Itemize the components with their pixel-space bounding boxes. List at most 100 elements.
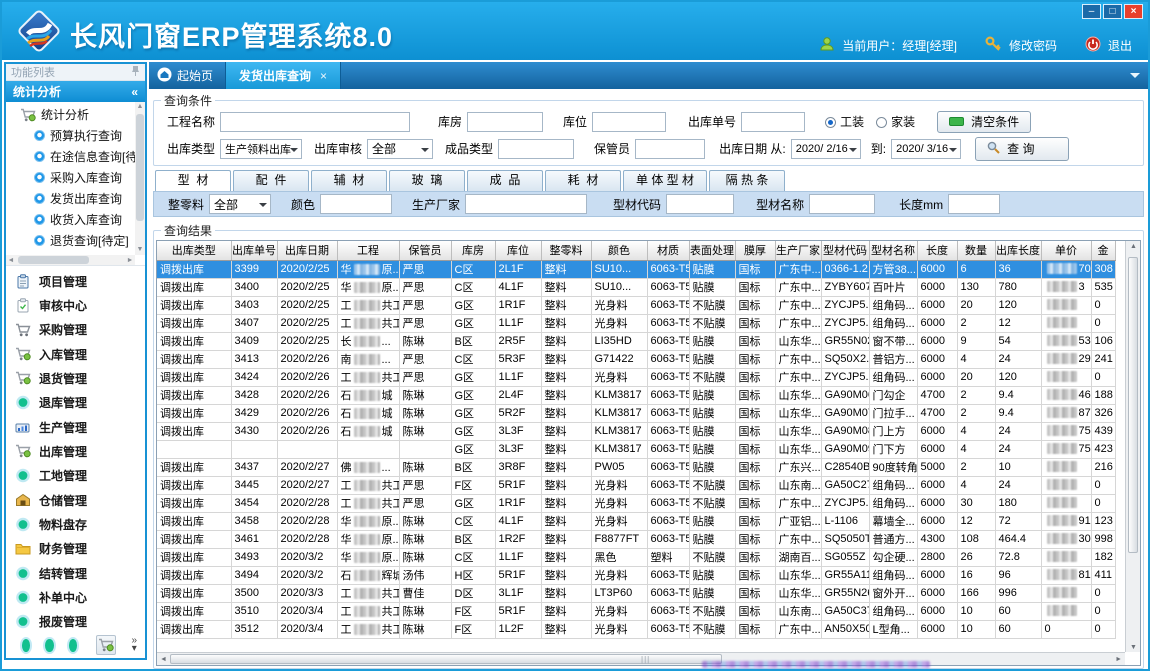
minimize-button[interactable]: – bbox=[1082, 4, 1101, 19]
sidebar-menu-item[interactable]: 物料盘存 bbox=[6, 512, 145, 536]
profile-name-input[interactable] bbox=[809, 194, 875, 214]
audit-select[interactable]: 全部 bbox=[367, 139, 433, 159]
length-input[interactable] bbox=[948, 194, 1000, 214]
keeper-input[interactable] bbox=[635, 139, 705, 159]
sidebar-menu-item[interactable]: 工地管理 bbox=[6, 464, 145, 488]
out-type-select[interactable]: 生产领料出库 bbox=[220, 139, 302, 159]
tree-horizontal-scrollbar[interactable]: ◄► bbox=[6, 255, 135, 265]
column-header[interactable]: 整零料 bbox=[541, 241, 591, 260]
column-header[interactable]: 颜色 bbox=[591, 241, 647, 260]
sidebar-menu-item[interactable]: 入库管理 bbox=[6, 342, 145, 366]
module-cart-button[interactable] bbox=[96, 635, 116, 655]
logout-link[interactable]: 退出 bbox=[1108, 37, 1132, 54]
column-header[interactable]: 型材代码 bbox=[821, 241, 869, 260]
collapse-icon[interactable]: « bbox=[131, 85, 138, 99]
material-tab[interactable]: 配 件 bbox=[233, 170, 309, 191]
column-header[interactable]: 库位 bbox=[495, 241, 541, 260]
tree-item[interactable]: 在途信息查询[待 bbox=[6, 146, 135, 167]
color-input[interactable] bbox=[320, 194, 392, 214]
material-tab[interactable]: 型 材 bbox=[155, 170, 231, 191]
sidebar-menu-item[interactable]: 退货管理 bbox=[6, 366, 145, 390]
material-tab[interactable]: 耗 材 bbox=[545, 170, 621, 191]
module-dot-icon[interactable] bbox=[69, 639, 77, 652]
clear-conditions-button[interactable]: 清空条件 bbox=[937, 111, 1031, 133]
column-header[interactable]: 数量 bbox=[957, 241, 995, 260]
sidebar-menu-item[interactable]: 结转管理 bbox=[6, 561, 145, 585]
column-header[interactable]: 出库长度 bbox=[995, 241, 1041, 260]
column-header[interactable]: 库房 bbox=[451, 241, 495, 260]
sidebar-section-header[interactable]: 统计分析 « bbox=[6, 81, 145, 102]
tree-item[interactable]: 退货查询[待定] bbox=[6, 230, 135, 251]
module-dot-icon[interactable] bbox=[45, 639, 53, 652]
table-row[interactable]: 调拨出库35122020/3/4工共工程陈琳F区1L2F整料光身料6063-T5… bbox=[157, 620, 1115, 638]
column-header[interactable]: 工程 bbox=[337, 241, 399, 260]
table-row[interactable]: 调拨出库34612020/2/28华原...陈琳B区1R2F整料F8877FT6… bbox=[157, 530, 1115, 548]
change-password-link[interactable]: 修改密码 bbox=[1009, 37, 1057, 54]
table-row[interactable]: 调拨出库34282020/2/26石城陈琳G区2L4F整料KLM38176063… bbox=[157, 386, 1115, 404]
sidebar-menu-item[interactable]: 审核中心 bbox=[6, 293, 145, 317]
tree-item[interactable]: 预算执行查询 bbox=[6, 125, 135, 146]
table-row[interactable]: 调拨出库34132020/2/26南...严思C区5R3F整料G71422606… bbox=[157, 350, 1115, 368]
factory-input[interactable] bbox=[465, 194, 587, 214]
whole-part-select[interactable]: 全部 bbox=[209, 194, 271, 214]
sidebar-menu-item[interactable]: 财务管理 bbox=[6, 537, 145, 561]
table-row[interactable]: 调拨出库34292020/2/26石城陈琳G区5R2F整料KLM38176063… bbox=[157, 404, 1115, 422]
table-row[interactable]: G区3L3F整料KLM38176063-T5贴膜国标山东华...GA90M09.… bbox=[157, 440, 1115, 458]
table-row[interactable]: 调拨出库33992020/2/25华原...严思C区2L1F整料SU10...6… bbox=[157, 260, 1115, 278]
pin-icon[interactable] bbox=[131, 65, 140, 79]
column-header[interactable]: 表面处理 bbox=[689, 241, 735, 260]
sidebar-menu-item[interactable]: 项目管理 bbox=[6, 269, 145, 293]
sidebar-menu-item[interactable]: 出库管理 bbox=[6, 439, 145, 463]
material-tab[interactable]: 单 体 型 材 bbox=[623, 170, 707, 191]
radio-home-wear[interactable]: 家装 bbox=[876, 113, 915, 130]
grid-vertical-scrollbar[interactable]: ▲▼ bbox=[1125, 241, 1140, 652]
close-button[interactable]: × bbox=[1124, 4, 1143, 19]
table-row[interactable]: 调拨出库35002020/3/3工共工程曹佳D区3L1F整料LT3P606063… bbox=[157, 584, 1115, 602]
table-row[interactable]: 调拨出库34542020/2/28工共工程严思G区1R1F整料光身料6063-T… bbox=[157, 494, 1115, 512]
product-type-input[interactable] bbox=[498, 139, 574, 159]
column-header[interactable]: 保管员 bbox=[399, 241, 451, 260]
sidebar-menu-item[interactable]: 补单中心 bbox=[6, 585, 145, 609]
sidebar-menu-item[interactable]: 报废管理 bbox=[6, 610, 145, 634]
table-row[interactable]: 调拨出库35102020/3/4工共工程陈琳F区5R1F整料光身料6063-T5… bbox=[157, 602, 1115, 620]
tab-home[interactable]: 起始页 bbox=[149, 62, 225, 89]
tree-item[interactable]: 发货出库查询 bbox=[6, 188, 135, 209]
tree-root[interactable]: 统计分析 bbox=[6, 102, 135, 125]
date-to-picker[interactable]: 2020/ 3/16 bbox=[891, 139, 961, 159]
more-modules-button[interactable]: »▾ bbox=[131, 637, 137, 653]
profile-code-input[interactable] bbox=[666, 194, 734, 214]
column-header[interactable]: 出库日期 bbox=[277, 241, 337, 260]
table-row[interactable]: 调拨出库34032020/2/25工共工程严思G区1R1F整料光身料6063-T… bbox=[157, 296, 1115, 314]
tab-shipping-outbound-query[interactable]: 发货出库查询 × bbox=[225, 62, 341, 89]
table-row[interactable]: 调拨出库34302020/2/26石城陈琳G区3L3F整料KLM38176063… bbox=[157, 422, 1115, 440]
column-header[interactable]: 型材名称 bbox=[869, 241, 917, 260]
table-row[interactable]: 调拨出库34372020/2/27佛...陈琳B区3R8F整料PW056063-… bbox=[157, 458, 1115, 476]
module-dot-icon[interactable] bbox=[22, 639, 30, 652]
column-header[interactable]: 金 bbox=[1091, 241, 1115, 260]
order-no-input[interactable] bbox=[741, 112, 805, 132]
column-header[interactable]: 出库类型 bbox=[157, 241, 231, 260]
tree-vertical-scrollbar[interactable]: ▲▼ bbox=[135, 102, 145, 255]
sidebar-menu-item[interactable]: 退库管理 bbox=[6, 391, 145, 415]
table-row[interactable]: 调拨出库34092020/2/25长...陈琳B区2R5F整料LI35HD606… bbox=[157, 332, 1115, 350]
radio-work-wear[interactable]: 工装 bbox=[825, 113, 864, 130]
table-row[interactable]: 调拨出库34242020/2/26工共工程严思G区1L1F整料光身料6063-T… bbox=[157, 368, 1115, 386]
tab-list-dropdown-icon[interactable] bbox=[1130, 73, 1140, 83]
material-tab[interactable]: 辅 材 bbox=[311, 170, 387, 191]
column-header[interactable]: 生产厂家 bbox=[775, 241, 821, 260]
sidebar-menu-item[interactable]: 采购管理 bbox=[6, 318, 145, 342]
sidebar-menu-item[interactable]: 生产管理 bbox=[6, 415, 145, 439]
date-from-picker[interactable]: 2020/ 2/16 bbox=[791, 139, 861, 159]
column-header[interactable]: 单价 bbox=[1041, 241, 1091, 260]
grid-horizontal-scrollbar[interactable]: ◄ ||| ► bbox=[157, 652, 1125, 665]
tab-close-icon[interactable]: × bbox=[320, 69, 327, 83]
tree-item[interactable]: 收货入库查询 bbox=[6, 209, 135, 230]
location-input[interactable] bbox=[592, 112, 666, 132]
table-row[interactable]: 调拨出库34942020/3/2石辉城汤伟H区5R1F整料光身料6063-T5贴… bbox=[157, 566, 1115, 584]
table-row[interactable]: 调拨出库34452020/2/27工共工程严思F区5R1F整料光身料6063-T… bbox=[157, 476, 1115, 494]
table-row[interactable]: 调拨出库34932020/3/2华原...陈琳C区1L1F整料黑色塑料不贴膜国标… bbox=[157, 548, 1115, 566]
column-header[interactable]: 膜厚 bbox=[735, 241, 775, 260]
project-name-input[interactable] bbox=[220, 112, 410, 132]
column-header[interactable]: 材质 bbox=[647, 241, 689, 260]
tree-item[interactable]: 采购入库查询 bbox=[6, 167, 135, 188]
